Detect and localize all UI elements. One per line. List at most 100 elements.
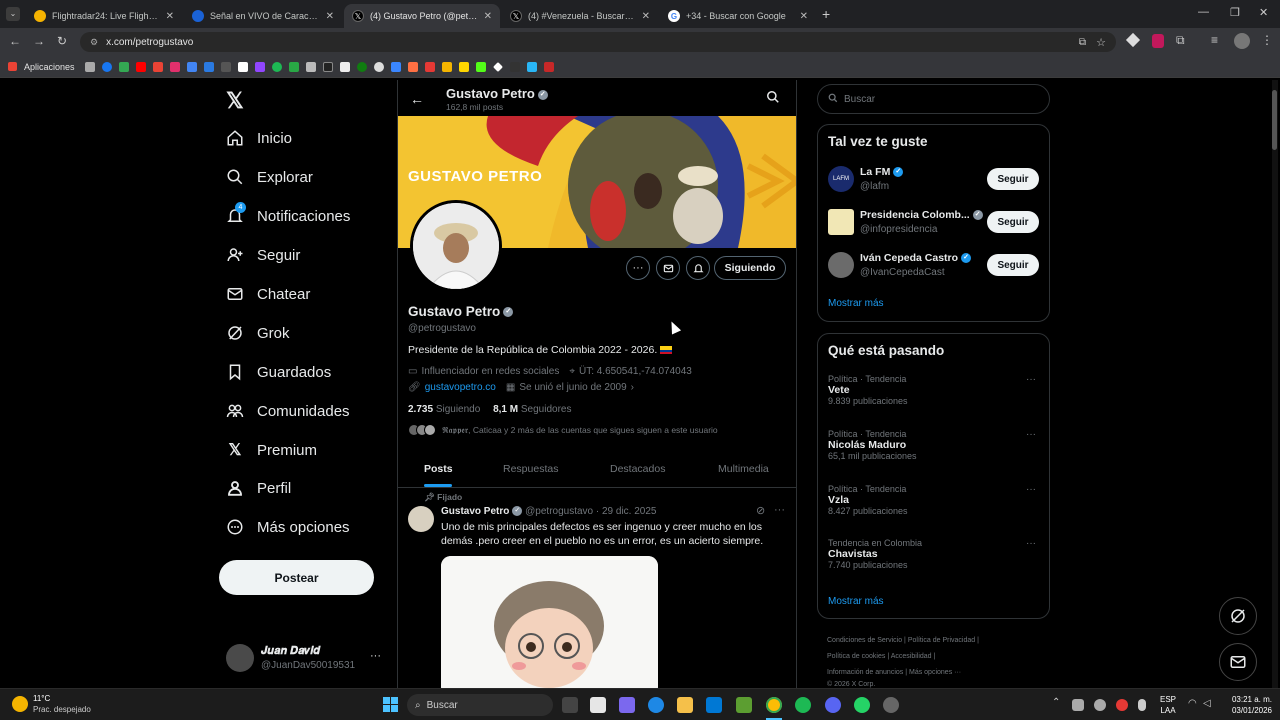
- footer-link[interactable]: Condiciones de Servicio: [827, 637, 902, 644]
- grok-icon[interactable]: ⊘: [756, 504, 765, 517]
- message-button[interactable]: [656, 256, 680, 280]
- cepeda-avatar[interactable]: [828, 252, 854, 278]
- nav-perfil[interactable]: Perfil: [225, 478, 291, 498]
- nav-inicio[interactable]: Inicio: [225, 128, 292, 148]
- search-icon[interactable]: [766, 90, 780, 109]
- show-more-link[interactable]: Mostrar más: [828, 298, 884, 309]
- footer-link[interactable]: Información de anuncios: [827, 669, 903, 676]
- restore-button[interactable]: ❐: [1230, 6, 1240, 19]
- bookmark-icon[interactable]: [322, 61, 333, 72]
- bookmark-icon[interactable]: [339, 61, 350, 72]
- footer-link[interactable]: Política de cookies: [827, 653, 885, 660]
- clock[interactable]: 03:21 a. m. 03/01/2026: [1222, 694, 1272, 716]
- spotify-icon[interactable]: [271, 61, 282, 72]
- nav-explorar[interactable]: Explorar: [225, 167, 313, 187]
- suggestion-name[interactable]: Iván Cepeda Castro ✓: [860, 252, 972, 264]
- close-icon[interactable]: ✕: [642, 11, 650, 22]
- steam-icon[interactable]: [883, 697, 899, 713]
- trend-item[interactable]: Política · Tendencia Vzla 8.427 publicacio…: [828, 484, 908, 516]
- footer-link[interactable]: Política de Privacidad: [908, 637, 975, 644]
- chrome-icon[interactable]: [766, 697, 782, 713]
- followers-count[interactable]: 8,1 M: [493, 404, 518, 415]
- tab-search-icon[interactable]: ⌄: [6, 7, 20, 21]
- notify-button[interactable]: [686, 256, 710, 280]
- profile-avatar[interactable]: [1234, 33, 1250, 49]
- microphone-icon[interactable]: [1138, 699, 1146, 711]
- edge-icon[interactable]: [648, 697, 664, 713]
- bookmark-icon[interactable]: [424, 61, 435, 72]
- nav-comunidades[interactable]: Comunidades: [225, 401, 350, 421]
- nav-grok[interactable]: Grok: [225, 323, 290, 343]
- bookmark-icon[interactable]: [288, 61, 299, 72]
- tab-multimedia[interactable]: Multimedia: [718, 463, 769, 475]
- trend-more-icon[interactable]: ···: [1026, 484, 1036, 495]
- spotify-icon[interactable]: [795, 697, 811, 713]
- tray-icon[interactable]: [1116, 699, 1128, 711]
- file-explorer-icon[interactable]: [677, 697, 693, 713]
- windows-start-icon[interactable]: [383, 697, 398, 712]
- profile-avatar[interactable]: [410, 200, 502, 292]
- facebook-icon[interactable]: [101, 61, 112, 72]
- close-icon[interactable]: ✕: [484, 11, 492, 22]
- bookmark-icon[interactable]: [543, 61, 554, 72]
- tab-flightradar[interactable]: Flightradar24: Live Flight Tracker ✕: [26, 4, 182, 28]
- grok-floating-button[interactable]: [1219, 597, 1257, 635]
- bookmark-icon[interactable]: [509, 61, 520, 72]
- bookmark-icon[interactable]: [118, 61, 129, 72]
- followed-by-row[interactable]: 𝕽𝖆𝖕𝖕𝖊𝖗, Caticaa y 2 más de las cuentas q…: [408, 424, 718, 436]
- discord-icon[interactable]: [825, 697, 841, 713]
- site-info-icon[interactable]: ⚙: [90, 37, 98, 48]
- tweet-more-icon[interactable]: ···: [774, 504, 785, 516]
- scrollbar[interactable]: [1272, 80, 1278, 688]
- nav-seguir[interactable]: Seguir: [225, 245, 300, 265]
- tab-google[interactable]: G +34 - Buscar con Google ✕: [660, 4, 816, 28]
- tweet-author[interactable]: Gustavo Petro: [441, 506, 509, 517]
- close-window-button[interactable]: ✕: [1259, 6, 1268, 19]
- presidencia-avatar[interactable]: [828, 209, 854, 235]
- bookmark-icon[interactable]: [458, 61, 469, 72]
- menu-icon[interactable]: ⋮: [1261, 33, 1273, 47]
- bookmark-icon[interactable]: [220, 61, 231, 72]
- youtube-icon[interactable]: [135, 61, 146, 72]
- close-icon[interactable]: ✕: [326, 11, 334, 22]
- bookmark-icon[interactable]: [373, 61, 384, 72]
- trend-more-icon[interactable]: ···: [1026, 374, 1036, 385]
- suggestion-name[interactable]: La FM ✓: [860, 166, 904, 178]
- trend-item[interactable]: Política · Tendencia Nicolás Maduro 65,1 m…: [828, 429, 917, 461]
- trend-item[interactable]: Política · Tendencia Vete 9.839 publicacio…: [828, 374, 908, 406]
- lafm-avatar[interactable]: LAFM: [828, 166, 854, 192]
- taskbar-search[interactable]: ⌕ Buscar: [407, 694, 553, 716]
- bookmark-apps[interactable]: Aplicaciones: [24, 62, 75, 72]
- follow-button[interactable]: Seguir: [987, 211, 1039, 233]
- account-menu-icon[interactable]: ···: [370, 650, 381, 662]
- tab-venezuela[interactable]: 𝕏 (4) #Venezuela - Buscar / X ✕: [502, 4, 658, 28]
- suggestion-name[interactable]: Presidencia Colomb... ✓: [860, 209, 983, 221]
- instagram-icon[interactable]: [169, 61, 180, 72]
- footer-link[interactable]: Accesibilidad: [891, 653, 932, 660]
- follow-button[interactable]: Seguir: [987, 168, 1039, 190]
- kick-icon[interactable]: [475, 61, 486, 72]
- tray-icon[interactable]: [1094, 699, 1106, 711]
- minecraft-icon[interactable]: [736, 697, 752, 713]
- trend-more-icon[interactable]: ···: [1026, 538, 1036, 549]
- back-icon[interactable]: ←: [9, 34, 21, 48]
- whatsapp-icon[interactable]: [854, 697, 870, 713]
- gmail-icon[interactable]: [152, 61, 163, 72]
- address-bar[interactable]: ⚙ x.com/petrogustavo ⧉ ☆: [80, 32, 1116, 52]
- x-logo-icon[interactable]: 𝕏: [226, 88, 244, 114]
- reload-icon[interactable]: ↻: [57, 34, 67, 48]
- bookmark-icon[interactable]: [203, 61, 214, 72]
- bookmark-icon[interactable]: [492, 61, 503, 72]
- copilot-icon[interactable]: [619, 697, 635, 713]
- trend-more-icon[interactable]: ···: [1026, 429, 1036, 440]
- xbox-icon[interactable]: [356, 61, 367, 72]
- bookmark-icon[interactable]: [407, 61, 418, 72]
- bookmark-star-icon[interactable]: ☆: [1096, 36, 1106, 49]
- following-label[interactable]: Siguiendo: [436, 404, 480, 415]
- twitch-icon[interactable]: [254, 61, 265, 72]
- close-icon[interactable]: ✕: [166, 11, 174, 22]
- forward-icon[interactable]: →: [33, 34, 45, 48]
- tray-icon[interactable]: [1072, 699, 1084, 711]
- grid-icon[interactable]: [84, 61, 95, 72]
- messages-floating-button[interactable]: [1219, 643, 1257, 681]
